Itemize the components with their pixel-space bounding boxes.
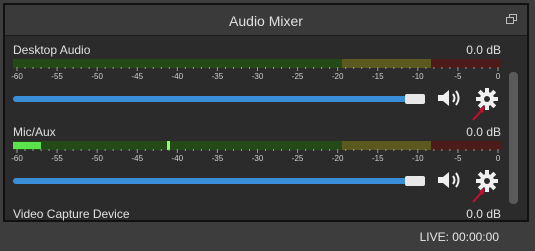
meter-scale: -60 -55 -50 -45 -40 -35 -30 -25 -20 -15 -10 -5 0 xyxy=(11,149,502,165)
scale-label: -35 xyxy=(211,72,224,81)
scale-label: -15 xyxy=(371,72,384,81)
scale-label: -25 xyxy=(291,72,304,81)
slider-handle[interactable] xyxy=(405,94,425,104)
scale-label: -25 xyxy=(291,154,304,163)
track-db: 0.0 dB xyxy=(466,125,501,139)
track-mic-aux: Mic/Aux 0.0 dB -60 -55 -50 -45 -40 -35 -30 -25-… xyxy=(5,119,505,203)
scale-label: -50 xyxy=(91,72,103,81)
scale-label: -5 xyxy=(454,72,462,81)
undock-icon[interactable] xyxy=(506,14,517,24)
scale-label: -60 xyxy=(11,72,23,81)
scale-label: -55 xyxy=(51,154,63,163)
volume-slider[interactable] xyxy=(13,94,425,104)
scale-label: -35 xyxy=(211,154,224,163)
track-video-capture: Video Capture Device 0.0 dB xyxy=(5,202,505,221)
scale-label: -55 xyxy=(51,72,63,81)
live-timer: LIVE: 00:00:00 xyxy=(419,230,499,244)
scale-label: -20 xyxy=(331,72,344,81)
scale-label: -30 xyxy=(251,154,264,163)
audio-mixer-panel: Audio Mixer Desktop Audio 0.0 dB -60 -55 -… xyxy=(3,3,529,222)
track-name: Video Capture Device xyxy=(13,207,130,221)
scale-label: -45 xyxy=(131,154,144,163)
scale-label: -40 xyxy=(171,154,184,163)
scale-label: -10 xyxy=(412,154,424,163)
volume-slider[interactable] xyxy=(13,176,425,186)
meter-level xyxy=(13,142,41,149)
mixer-content: Desktop Audio 0.0 dB -60 -55 -50 -45 -40 -35-… xyxy=(5,36,527,221)
panel-title: Audio Mixer xyxy=(229,13,303,29)
track-name: Mic/Aux xyxy=(13,125,56,139)
scale-label: -45 xyxy=(131,72,144,81)
scale-label: -30 xyxy=(251,72,264,81)
track-db: 0.0 dB xyxy=(466,207,501,221)
scale-label: -10 xyxy=(412,72,424,81)
vertical-scrollbar[interactable] xyxy=(508,70,519,208)
scale-label: -5 xyxy=(454,154,462,163)
track-desktop-audio: Desktop Audio 0.0 dB -60 -55 -50 -45 -40 -35-… xyxy=(5,36,505,121)
red-arrow xyxy=(471,187,489,203)
scale-label: -15 xyxy=(371,154,384,163)
scale-label: -60 xyxy=(11,154,23,163)
panel-titlebar: Audio Mixer xyxy=(5,5,527,36)
scrollbar-thumb[interactable] xyxy=(509,72,518,204)
scale-label: -50 xyxy=(91,154,103,163)
scale-label: 0 xyxy=(495,72,501,81)
speaker-icon[interactable] xyxy=(436,87,464,109)
meter-scale: -60 -55 -50 -45 -40 -35 -30 -25 -20 -15 -10 -5 0 xyxy=(11,67,502,83)
slider-handle[interactable] xyxy=(405,176,425,186)
scale-label: -40 xyxy=(171,72,184,81)
track-db: 0.0 dB xyxy=(466,43,501,57)
scale-label: -20 xyxy=(331,154,344,163)
scale-label: 0 xyxy=(495,154,501,163)
speaker-icon[interactable] xyxy=(436,169,464,191)
track-name: Desktop Audio xyxy=(13,43,91,57)
